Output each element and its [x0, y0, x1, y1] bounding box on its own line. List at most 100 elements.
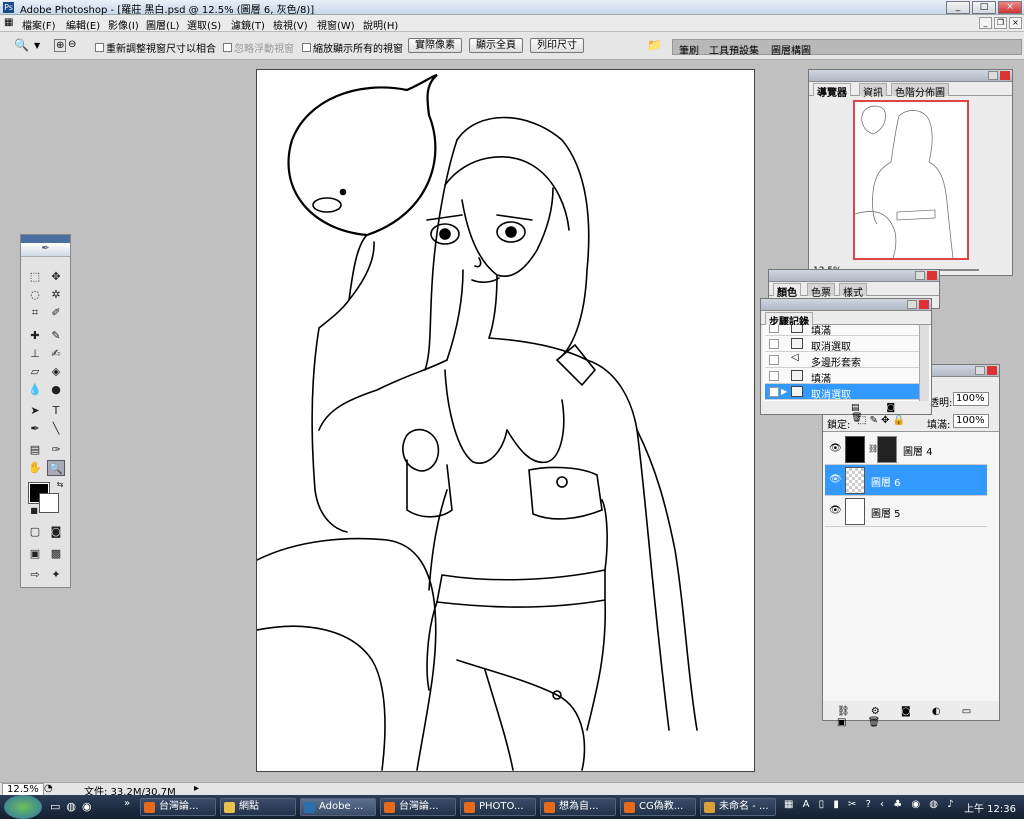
close-button[interactable]: × — [998, 1, 1022, 14]
layers-footer-icons[interactable]: ⛓ ⚙ ◙ ◐ ▭ ▣ 🗑 — [837, 706, 999, 728]
eye-icon[interactable]: 👁 — [829, 443, 842, 454]
zoom-tool-icon[interactable]: 🔍 — [47, 460, 65, 476]
feather-logo-icon[interactable]: ✒ — [21, 243, 70, 257]
eye-icon[interactable]: 👁 — [829, 474, 842, 485]
well-tab-tool-presets[interactable]: 工具預設集 — [709, 42, 759, 57]
menu-window[interactable]: 視窗(W) — [317, 17, 355, 32]
crop-tool-icon[interactable]: ⌗ — [26, 305, 44, 321]
tab-swatches[interactable]: 色票 — [807, 283, 835, 299]
panel-minimize-button[interactable] — [988, 71, 998, 80]
pen-tool-icon[interactable]: ✒ — [26, 421, 44, 437]
notes-tool-icon[interactable]: ▤ — [26, 442, 44, 458]
layer-row[interactable]: 👁 圖層 6 — [825, 465, 987, 496]
quick-launch-icons[interactable]: ▭◍◉ — [50, 800, 98, 813]
document-canvas[interactable] — [256, 69, 755, 772]
lasso-tool-icon[interactable]: ◌ — [26, 287, 44, 303]
history-brush-source-checkbox[interactable] — [769, 371, 779, 381]
tab-histogram[interactable]: 色階分佈圖 — [891, 83, 949, 99]
menu-select[interactable]: 選取(S) — [187, 17, 221, 32]
zoom-out-icon[interactable]: ⊖ — [68, 39, 76, 50]
taskbar-item[interactable]: 網點 — [220, 798, 296, 816]
panel-minimize-button[interactable] — [975, 366, 985, 375]
panel-minimize-button[interactable] — [907, 300, 917, 309]
history-brush-source-checkbox[interactable] — [769, 355, 779, 365]
panel-close-button[interactable] — [927, 271, 937, 280]
screen-mode-icon[interactable]: ▣ — [26, 546, 44, 562]
well-tab-brushes[interactable]: 筆刷 — [679, 42, 699, 57]
paint-bucket-tool-icon[interactable]: ◈ — [47, 364, 65, 380]
menu-view[interactable]: 檢視(V) — [273, 17, 308, 32]
taskbar-item[interactable]: PHOTO... — [460, 798, 536, 816]
zoom-tool-icon[interactable]: 🔍 — [14, 38, 29, 52]
panel-close-button[interactable] — [987, 366, 997, 375]
tray-icons[interactable]: ▦ A ▯ ▮ ✂ ? ‹ ♣ ◉ ◍ ♪ — [784, 799, 957, 810]
history-scrollbar[interactable] — [919, 325, 929, 401]
history-brush-source-checkbox[interactable] — [769, 325, 779, 333]
fit-screen-button[interactable]: 顯示全頁 — [469, 38, 523, 53]
fill-input[interactable]: 100% — [953, 414, 989, 428]
history-footer-icons[interactable]: ▤ ◙ 🗑 — [851, 403, 931, 423]
tab-styles[interactable]: 樣式 — [839, 283, 867, 299]
menu-filter[interactable]: 濾鏡(T) — [231, 17, 265, 32]
quick-launch-more-icon[interactable]: » — [124, 798, 130, 809]
tab-color[interactable]: 顏色 — [773, 283, 801, 299]
clone-stamp-tool-icon[interactable]: ⊥ — [26, 346, 44, 362]
doc-minimize-button[interactable]: _ — [979, 17, 992, 29]
line-tool-icon[interactable]: ╲ — [47, 421, 65, 437]
layer-row[interactable]: 👁 圖層 5 — [825, 496, 987, 527]
zoom-in-icon[interactable]: ⊕ — [54, 39, 67, 52]
layer-row[interactable]: 👁 ⛓ 圖層 4 — [825, 434, 987, 465]
ignore-palettes-checkbox[interactable]: 忽略浮動視窗 — [223, 40, 294, 55]
slice-tool-icon[interactable]: ✐ — [47, 305, 65, 321]
status-menu-arrow-icon[interactable]: ▸ — [194, 783, 199, 794]
eyedropper-tool-icon[interactable]: ✑ — [47, 442, 65, 458]
navigator-panel-header[interactable] — [809, 70, 1012, 82]
history-brush-source-checkbox[interactable] — [769, 387, 779, 397]
panel-close-button[interactable] — [919, 300, 929, 309]
taskbar-item[interactable]: Adobe ... — [300, 798, 376, 816]
standard-mode-icon[interactable]: ▢ — [26, 524, 44, 540]
panel-minimize-button[interactable] — [915, 271, 925, 280]
brush-tool-icon[interactable]: ✎ — [47, 328, 65, 344]
history-item[interactable]: 填滿 — [765, 325, 923, 337]
menu-file[interactable]: 檔案(F) — [22, 17, 56, 32]
minimize-button[interactable]: _ — [946, 1, 970, 14]
doc-close-button[interactable]: × — [1009, 17, 1022, 29]
panel-close-button[interactable] — [1000, 71, 1010, 80]
default-colors-icon[interactable]: ■ — [25, 503, 43, 519]
taskbar-item[interactable]: CG偽教... — [620, 798, 696, 816]
layer-mask-thumbnail[interactable] — [877, 436, 897, 463]
taskbar-item[interactable]: 想為自... — [540, 798, 616, 816]
chevron-down-icon[interactable]: ▼ — [34, 41, 40, 50]
menu-edit[interactable]: 編輯(E) — [66, 17, 100, 32]
print-size-button[interactable]: 列印尺寸 — [530, 38, 584, 53]
history-state-slider-icon[interactable]: ▶ — [781, 387, 787, 396]
history-item[interactable]: ◁ 多邊形套索 — [765, 352, 923, 369]
quick-mask-mode-icon[interactable]: ◙ — [47, 524, 65, 540]
opacity-input[interactable]: 100% — [953, 392, 989, 406]
clock[interactable]: 上午 12:36 — [964, 800, 1016, 815]
imageready-icon[interactable]: ✦ — [47, 567, 65, 583]
color-panel-header[interactable] — [769, 270, 939, 282]
eye-icon[interactable]: 👁 — [829, 505, 842, 516]
maximize-button[interactable]: □ — [972, 1, 996, 14]
hand-tool-icon[interactable]: ✋ — [26, 460, 44, 476]
zoom-all-windows-checkbox[interactable]: 縮放顯示所有的視窗 — [302, 40, 403, 55]
doc-restore-button[interactable]: ❐ — [994, 17, 1007, 29]
menu-image[interactable]: 影像(I) — [108, 17, 139, 32]
taskbar-item[interactable]: 台灣論... — [380, 798, 456, 816]
type-tool-icon[interactable]: T — [47, 403, 65, 419]
blur-tool-icon[interactable]: 💧 — [26, 382, 44, 398]
status-info-icon[interactable]: ◔ — [44, 783, 53, 794]
history-item[interactable]: 取消選取 — [765, 336, 923, 353]
start-button[interactable] — [4, 795, 42, 819]
taskbar-item[interactable]: 未命名 - ... — [700, 798, 776, 816]
well-tab-layer-comps[interactable]: 圖層構圖 — [771, 42, 811, 57]
healing-brush-tool-icon[interactable]: ✚ — [26, 328, 44, 344]
tab-navigator[interactable]: 導覽器 — [813, 83, 851, 99]
navigator-preview[interactable] — [853, 100, 969, 260]
magic-wand-tool-icon[interactable]: ✲ — [47, 287, 65, 303]
tab-info[interactable]: 資訊 — [859, 83, 887, 99]
toolbox-header[interactable] — [21, 235, 70, 243]
taskbar-item[interactable]: 台灣論... — [140, 798, 216, 816]
